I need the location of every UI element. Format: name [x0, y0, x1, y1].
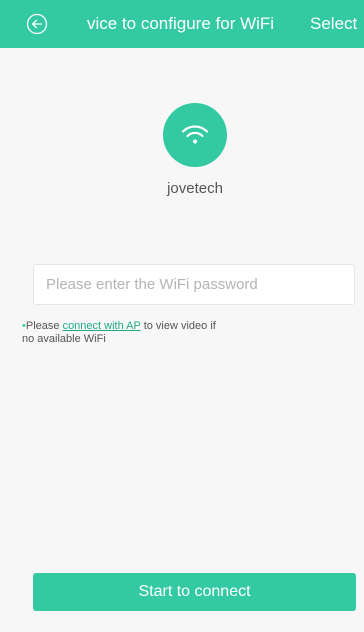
tip-line-2: no available WiFi [22, 333, 106, 345]
back-button[interactable] [26, 13, 48, 35]
start-to-connect-button[interactable]: Start to connect [33, 573, 356, 611]
top-bar: vice to configure for WiFi Select [0, 0, 364, 48]
wifi-icon [181, 125, 209, 144]
connect-with-ap-link[interactable]: connect with AP [63, 320, 141, 332]
ap-tip: •Please connect with AP to view video if… [22, 320, 282, 346]
password-field[interactable] [33, 264, 355, 305]
select-button[interactable]: Select [310, 13, 357, 35]
back-arrow-circle-icon [26, 13, 48, 35]
password-input[interactable] [34, 265, 354, 304]
page-title: vice to configure for WiFi [87, 14, 275, 33]
tip-prefix: Please [25, 320, 63, 332]
device-name: jovetech [167, 180, 223, 197]
tip-suffix: to view video if [140, 320, 216, 332]
wifi-badge [163, 103, 227, 167]
